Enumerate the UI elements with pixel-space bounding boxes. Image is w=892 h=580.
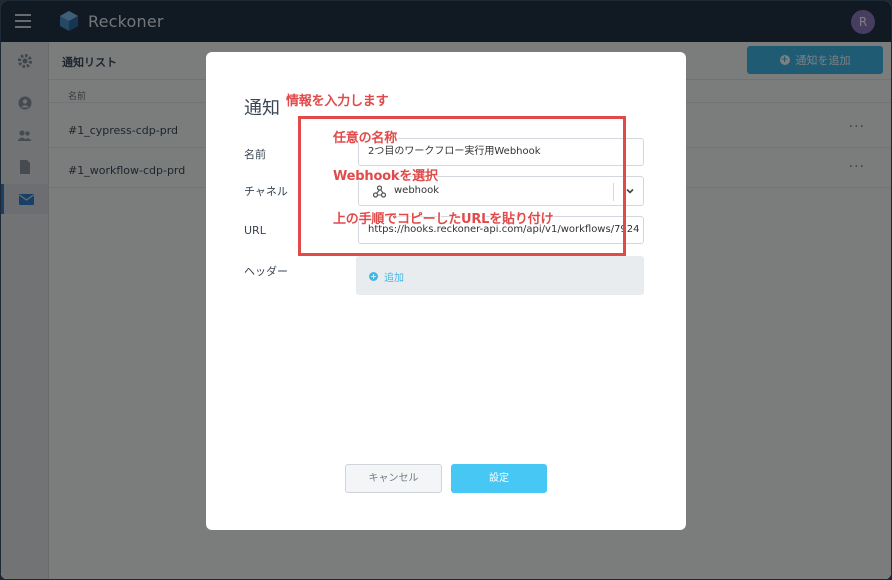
annotation-info: 情報を入力します bbox=[286, 94, 389, 109]
name-label: 名前 bbox=[244, 148, 266, 161]
plus-icon: + bbox=[369, 272, 378, 281]
header-section: + 追加 bbox=[356, 256, 644, 295]
header-label: ヘッダー bbox=[244, 265, 288, 278]
url-label: URL bbox=[244, 224, 266, 237]
add-header-button[interactable]: + 追加 bbox=[369, 269, 404, 284]
annotation-webhook: Webhookを選択 bbox=[333, 169, 438, 184]
cancel-button[interactable]: キャンセル bbox=[345, 464, 442, 493]
add-header-label: 追加 bbox=[384, 273, 404, 284]
annotation-name: 任意の名称 bbox=[333, 131, 398, 146]
annotation-url: 上の手順でコピーしたURLを貼り付け bbox=[333, 212, 554, 227]
chevron-down-icon[interactable] bbox=[625, 186, 635, 196]
dialog-title: 通知 bbox=[244, 98, 280, 119]
channel-label: チャネル bbox=[244, 185, 288, 198]
confirm-button[interactable]: 設定 bbox=[451, 464, 547, 493]
